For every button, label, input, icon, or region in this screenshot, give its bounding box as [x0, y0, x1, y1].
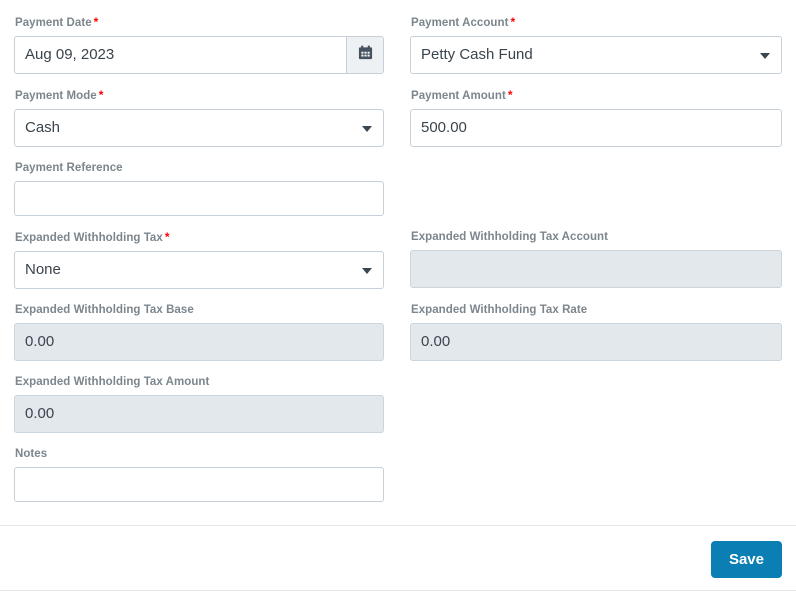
payment-mode-label-text: Payment Mode — [15, 90, 97, 102]
payment-account-label: Payment Account * — [411, 15, 782, 30]
expanded-withholding-tax-rate-value: 0.00 — [421, 333, 451, 350]
notes-input[interactable] — [14, 467, 384, 502]
expanded-withholding-tax-base-input: 0.00 — [14, 323, 384, 361]
required-marker: * — [164, 230, 170, 244]
field-payment-reference: Payment Reference — [14, 161, 384, 216]
notes-label-text: Notes — [15, 448, 48, 460]
expanded-withholding-tax-rate-label-text: Expanded Withholding Tax Rate — [411, 304, 588, 316]
form-grid: Payment Date * Aug 09, 2023 Payment Account… — [0, 0, 796, 516]
payment-amount-value: 500.00 — [421, 119, 467, 136]
expanded-withholding-tax-label-text: Expanded Withholding Tax — [15, 232, 163, 244]
field-cell-payment-date: Payment Date * Aug 09, 2023 — [14, 15, 398, 88]
required-marker: * — [93, 15, 99, 29]
payment-reference-input[interactable] — [14, 181, 384, 216]
required-marker: * — [507, 88, 513, 102]
expanded-withholding-tax-rate-label: Expanded Withholding Tax Rate — [411, 303, 782, 317]
payment-amount-label-text: Payment Amount — [411, 90, 506, 102]
expanded-withholding-tax-label: Expanded Withholding Tax * — [15, 230, 384, 245]
chevron-down-icon — [760, 53, 770, 59]
empty-cell — [398, 161, 782, 230]
expanded-withholding-tax-amount-value: 0.00 — [25, 405, 55, 422]
payment-account-label-text: Payment Account — [411, 17, 509, 29]
field-cell-payment-mode: Payment Mode * Cash — [14, 88, 398, 161]
expanded-withholding-tax-amount-input: 0.00 — [14, 395, 384, 433]
expanded-withholding-tax-amount-label-text: Expanded Withholding Tax Amount — [15, 376, 210, 388]
payment-account-value: Petty Cash Fund — [421, 46, 533, 63]
field-payment-amount: Payment Amount * 500.00 — [410, 88, 782, 147]
field-cell-expanded-withholding-tax: Expanded Withholding Tax * None — [14, 230, 398, 303]
field-expanded-withholding-tax-rate: Expanded Withholding Tax Rate 0.00 — [410, 303, 782, 361]
field-cell-payment-reference: Payment Reference — [14, 161, 398, 230]
payment-date-input[interactable]: Aug 09, 2023 — [14, 36, 384, 74]
field-payment-mode: Payment Mode * Cash — [14, 88, 384, 147]
field-expanded-withholding-tax-amount: Expanded Withholding Tax Amount 0.00 — [14, 375, 384, 433]
expanded-withholding-tax-account-label: Expanded Withholding Tax Account — [411, 230, 782, 244]
expanded-withholding-tax-base-label: Expanded Withholding Tax Base — [15, 303, 384, 317]
payment-mode-input[interactable]: Cash — [14, 109, 384, 147]
field-payment-account: Payment Account * Petty Cash Fund — [410, 15, 782, 74]
expanded-withholding-tax-account-input — [410, 250, 782, 288]
payment-date-calendar-button[interactable] — [346, 37, 383, 73]
expanded-withholding-tax-rate-input: 0.00 — [410, 323, 782, 361]
expanded-withholding-tax-amount-label: Expanded Withholding Tax Amount — [15, 375, 384, 389]
chevron-down-icon — [362, 126, 372, 132]
calendar-icon — [358, 45, 373, 65]
field-cell-payment-account: Payment Account * Petty Cash Fund — [398, 15, 782, 88]
field-expanded-withholding-tax-base: Expanded Withholding Tax Base 0.00 — [14, 303, 384, 361]
payment-amount-label: Payment Amount * — [411, 88, 782, 103]
expanded-withholding-tax-input[interactable]: None — [14, 251, 384, 289]
expanded-withholding-tax-value: None — [25, 261, 61, 278]
bottom-divider — [0, 590, 796, 591]
field-cell-notes: Notes — [14, 447, 398, 516]
field-cell-expanded-withholding-tax-account: Expanded Withholding Tax Account — [398, 230, 782, 303]
payment-mode-label: Payment Mode * — [15, 88, 384, 103]
expanded-withholding-tax-base-label-text: Expanded Withholding Tax Base — [15, 304, 194, 316]
payment-date-value: Aug 09, 2023 — [25, 46, 115, 63]
payment-reference-label-text: Payment Reference — [15, 162, 123, 174]
empty-cell — [398, 375, 782, 447]
expanded-withholding-tax-account-label-text: Expanded Withholding Tax Account — [411, 231, 608, 243]
required-marker: * — [98, 88, 104, 102]
empty-cell — [398, 447, 782, 516]
payment-date-label: Payment Date * — [15, 15, 384, 30]
chevron-down-icon — [362, 268, 372, 274]
field-expanded-withholding-tax: Expanded Withholding Tax * None — [14, 230, 384, 289]
payment-form: Payment Date * Aug 09, 2023 Payment Account… — [0, 0, 796, 516]
save-button[interactable]: Save — [710, 541, 782, 578]
field-cell-expanded-withholding-tax-base: Expanded Withholding Tax Base 0.00 — [14, 303, 398, 375]
field-notes: Notes — [14, 447, 384, 502]
payment-amount-input[interactable]: 500.00 — [410, 109, 782, 147]
field-payment-date: Payment Date * Aug 09, 2023 — [14, 15, 384, 74]
payment-mode-value: Cash — [25, 119, 61, 136]
form-footer: Save — [0, 526, 796, 590]
field-cell-expanded-withholding-tax-rate: Expanded Withholding Tax Rate 0.00 — [398, 303, 782, 375]
notes-label: Notes — [15, 447, 384, 461]
payment-reference-label: Payment Reference — [15, 161, 384, 175]
payment-account-input[interactable]: Petty Cash Fund — [410, 36, 782, 74]
payment-date-label-text: Payment Date — [15, 17, 92, 29]
field-expanded-withholding-tax-account: Expanded Withholding Tax Account — [410, 230, 782, 288]
field-cell-payment-amount: Payment Amount * 500.00 — [398, 88, 782, 161]
expanded-withholding-tax-base-value: 0.00 — [25, 333, 55, 350]
required-marker: * — [510, 15, 516, 29]
field-cell-expanded-withholding-tax-amount: Expanded Withholding Tax Amount 0.00 — [14, 375, 398, 447]
